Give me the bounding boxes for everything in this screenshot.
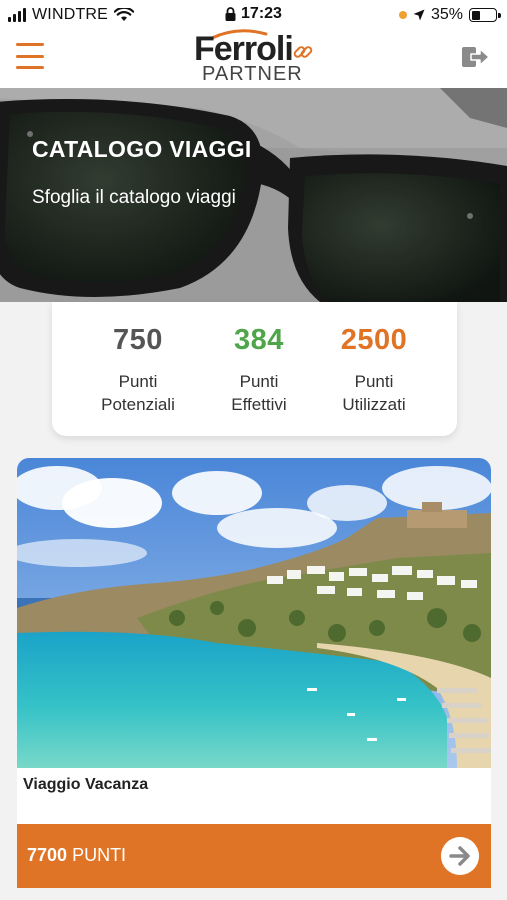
menu-button[interactable] <box>16 43 44 69</box>
status-bar: WINDTRE 17:23 35% <box>0 0 507 30</box>
points-used-label-1: Punti <box>354 372 394 391</box>
product-card[interactable]: Viaggio Vacanza 7700 PUNTI <box>17 458 491 888</box>
menu-icon <box>16 43 44 46</box>
points-potential-label-1: Punti <box>118 372 158 391</box>
price-value: 7700 <box>27 845 68 865</box>
points-potential-value: 750 <box>113 324 163 356</box>
lock-icon <box>225 7 236 21</box>
arrow-right-icon[interactable] <box>441 837 479 875</box>
status-right: 35% <box>398 6 501 24</box>
product-price: 7700 PUNTI <box>27 845 126 866</box>
product-name: Viaggio Vacanza <box>23 776 149 793</box>
battery-icon <box>469 8 501 22</box>
points-used-label-2: Utilizzati <box>342 395 406 414</box>
location-icon <box>413 9 425 21</box>
app-screen: WINDTRE 17:23 35% Ferroli PARTNER CATALO… <box>0 0 507 900</box>
points-potential-label-2: Potenziali <box>101 395 175 414</box>
hero-title: CATALOGO VIAGGI <box>32 136 252 162</box>
price-unit: PUNTI <box>72 845 127 865</box>
points-used: 2500 Punti Utilizzati <box>314 324 434 416</box>
logout-icon[interactable] <box>461 44 491 70</box>
points-effective: 384 Punti Effettivi <box>199 324 319 416</box>
points-effective-value: 384 <box>234 324 284 356</box>
ferroli-partner-logo: Ferroli PARTNER <box>190 28 320 86</box>
logo-link-icon <box>293 46 313 58</box>
points-summary-card: 750 Punti Potenziali 384 Punti Effettivi… <box>52 302 457 436</box>
logo-subtitle: PARTNER <box>202 63 303 85</box>
hero-banner: CATALOGO VIAGGI Sfoglia il catalogo viag… <box>0 88 507 302</box>
points-effective-label-1: Punti <box>239 372 279 391</box>
beach-photo <box>17 458 491 768</box>
points-effective-label-2: Effettivi <box>231 395 287 414</box>
redeem-button[interactable]: 7700 PUNTI <box>17 824 491 888</box>
battery-percent: 35% <box>430 6 463 23</box>
hero-subtitle: Sfoglia il catalogo viaggi <box>32 187 236 208</box>
recording-dot-icon <box>398 11 407 19</box>
points-used-value: 2500 <box>340 324 408 356</box>
app-header: Ferroli PARTNER <box>0 28 507 88</box>
points-potential: 750 Punti Potenziali <box>78 324 198 416</box>
status-time: 17:23 <box>241 5 282 22</box>
